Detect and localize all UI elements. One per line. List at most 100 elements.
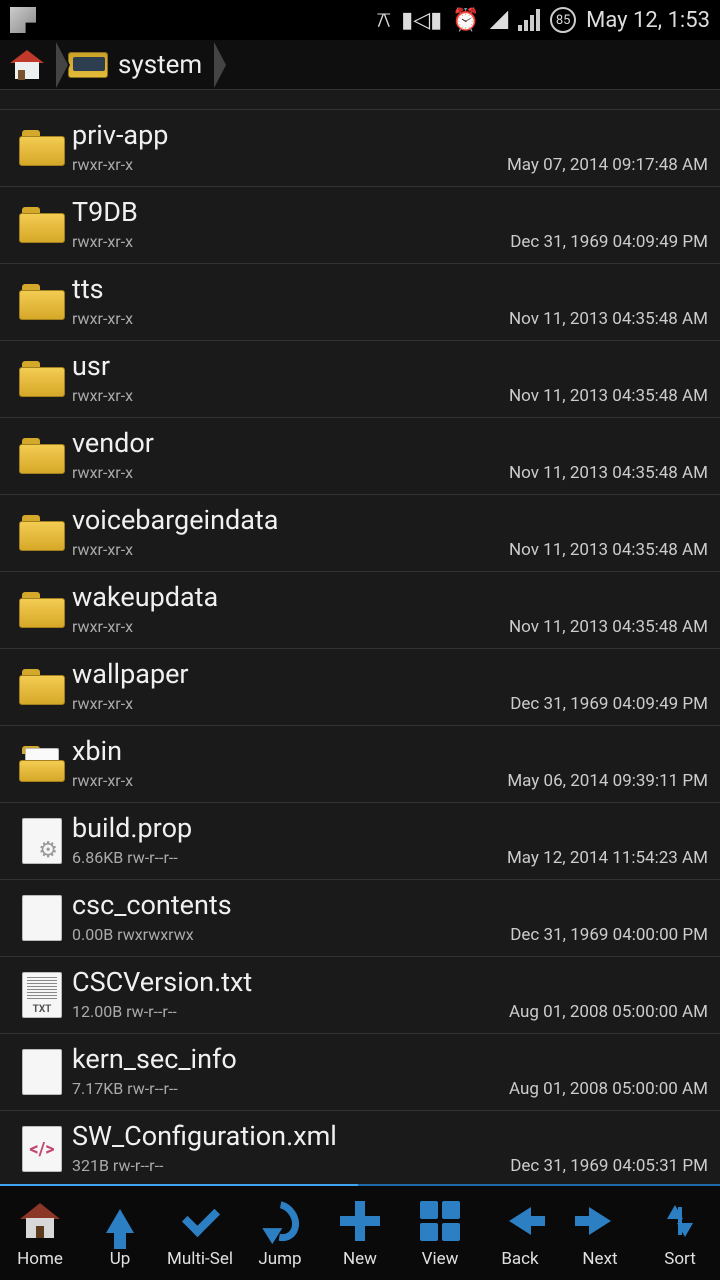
toolbar-label: New	[343, 1249, 377, 1269]
list-item[interactable]: vendorrwxr-xr-xNov 11, 2013 04:35:48 AM	[0, 418, 720, 495]
list-item[interactable]: ttsrwxr-xr-xNov 11, 2013 04:35:48 AM	[0, 264, 720, 341]
list-item[interactable]: csc_contents0.00B rwxrwxrwxDec 31, 1969 …	[0, 880, 720, 957]
folder-icon	[19, 130, 65, 166]
file-name: wakeupdata	[72, 583, 708, 613]
file-permissions: rwxr-xr-x	[72, 463, 133, 482]
arrow-up-icon	[106, 1209, 134, 1233]
list-item[interactable]: CSCVersion.txt 12.00B rw-r--r-- Aug 01, 20…	[0, 957, 720, 1034]
folder-icon	[19, 592, 65, 628]
toolbar-label: Next	[582, 1249, 617, 1269]
file-name: tts	[72, 275, 708, 305]
next-button[interactable]: Next	[560, 1186, 640, 1280]
toolbar-label: View	[422, 1249, 459, 1269]
file-permissions: 0.00B rwxrwxrwx	[72, 925, 194, 944]
file-date: May 06, 2014 09:39:11 PM	[507, 771, 708, 791]
back-button[interactable]: Back	[480, 1186, 560, 1280]
file-name: priv-app	[72, 121, 708, 151]
home-icon	[10, 50, 44, 80]
check-icon	[180, 1206, 220, 1236]
file-permissions: 7.17KB rw-r--r--	[72, 1079, 178, 1098]
toolbar-label: Back	[501, 1249, 538, 1269]
file-icon	[22, 1049, 62, 1095]
list-item[interactable]: priv-app rwxr-xr-x May 07, 2014 09:17:48 A…	[0, 110, 720, 187]
signal-icon	[518, 9, 540, 31]
file-permissions: 12.00B rw-r--r--	[72, 1002, 177, 1021]
folder-icon	[19, 284, 65, 320]
file-name: kern_sec_info	[72, 1045, 708, 1075]
jump-button[interactable]: Jump	[240, 1186, 320, 1280]
file-name: usr	[72, 352, 708, 382]
file-permissions: 6.86KB rw-r--r--	[72, 848, 178, 867]
file-name: T9DB	[72, 198, 708, 228]
toolbar-label: Up	[110, 1249, 131, 1269]
file-date: Dec 31, 1969 04:00:00 PM	[510, 925, 708, 945]
file-date: Nov 11, 2013 04:35:48 AM	[509, 309, 708, 329]
list-item[interactable]: voicebargeindatarwxr-xr-xNov 11, 2013 04…	[0, 495, 720, 572]
breadcrumb-label: system	[118, 50, 202, 80]
xml-file-icon	[22, 1126, 62, 1172]
file-date: Nov 11, 2013 04:35:48 AM	[509, 463, 708, 483]
breadcrumb-current[interactable]: system	[58, 42, 216, 88]
notification-icon	[10, 7, 36, 33]
file-date: Dec 31, 1969 04:09:49 PM	[510, 232, 708, 252]
up-button[interactable]: Up	[80, 1186, 160, 1280]
settings-file-icon	[22, 818, 62, 864]
sort-button[interactable]: Sort	[640, 1186, 720, 1280]
grid-icon	[420, 1201, 460, 1241]
list-item[interactable]: wallpaper rwxr-xr-x Dec 31, 1969 04:09:49 …	[0, 649, 720, 726]
file-date: Nov 11, 2013 04:35:48 AM	[509, 617, 708, 637]
file-date: Aug 01, 2008 05:00:00 AM	[509, 1079, 708, 1099]
file-date: Aug 01, 2008 05:00:00 AM	[509, 1002, 708, 1022]
list-item[interactable]: usrrwxr-xr-xNov 11, 2013 04:35:48 AM	[0, 341, 720, 418]
alarm-icon: ⏰	[452, 8, 479, 33]
bottom-toolbar: Home Up Multi-Sel Jump New View Back Nex…	[0, 1184, 720, 1280]
folder-icon	[19, 207, 65, 243]
file-permissions: rwxr-xr-x	[72, 232, 133, 251]
file-date: May 07, 2014 09:17:48 AM	[507, 155, 708, 175]
battery-icon: 85	[550, 7, 576, 33]
multi-select-button[interactable]: Multi-Sel	[160, 1186, 240, 1280]
text-file-icon	[22, 972, 62, 1018]
folder-icon	[19, 515, 65, 551]
folder-icon	[19, 746, 65, 782]
drive-icon	[68, 52, 108, 78]
file-permissions: rwxr-xr-x	[72, 540, 133, 559]
file-permissions: rwxr-xr-x	[72, 694, 133, 713]
toolbar-label: Jump	[258, 1249, 301, 1269]
arrow-left-icon	[509, 1207, 531, 1235]
new-button[interactable]: New	[320, 1186, 400, 1280]
file-date: Dec 31, 1969 04:09:49 PM	[510, 694, 708, 714]
home-button[interactable]: Home	[0, 1186, 80, 1280]
battery-level: 85	[556, 13, 571, 28]
file-permissions: rwxr-xr-x	[72, 155, 133, 174]
file-date: May 12, 2014 11:54:23 AM	[507, 848, 708, 868]
folder-icon	[19, 669, 65, 705]
list-item[interactable]: SW_Configuration.xml 321B rw-r--r-- Dec 31…	[0, 1111, 720, 1184]
list-item[interactable]: xbinrwxr-xr-xMay 06, 2014 09:39:11 PM	[0, 726, 720, 803]
list-item[interactable]: T9DB rwxr-xr-x Dec 31, 1969 04:09:49 PM	[0, 187, 720, 264]
file-name: SW_Configuration.xml	[72, 1122, 708, 1152]
list-item[interactable]: build.prop 6.86KB rw-r--r-- May 12, 2014 1…	[0, 803, 720, 880]
toolbar-label: Home	[17, 1249, 63, 1269]
file-permissions: rwxr-xr-x	[72, 386, 133, 405]
bluetooth-icon: ⚻	[377, 8, 392, 33]
home-icon	[20, 1203, 60, 1239]
breadcrumb: system	[0, 40, 720, 90]
file-list[interactable]: priv-app rwxr-xr-x May 07, 2014 09:17:48 A…	[0, 90, 720, 1184]
list-item[interactable]: kern_sec_info 7.17KB rw-r--r-- Aug 01, 200…	[0, 1034, 720, 1111]
wifi-icon: ◢	[490, 4, 508, 32]
file-permissions: 321B rw-r--r--	[72, 1156, 163, 1175]
folder-icon	[19, 438, 65, 474]
breadcrumb-home[interactable]	[0, 42, 58, 88]
list-item[interactable]: wakeupdata rwxr-xr-x Nov 11, 2013 04:35:48…	[0, 572, 720, 649]
file-name: CSCVersion.txt	[72, 968, 708, 998]
jump-icon	[253, 1193, 307, 1248]
status-bar: ⚻ ▮◁▮ ⏰ ◢ 85 May 12, 1:53	[0, 0, 720, 40]
file-date: Dec 31, 1969 04:05:31 PM	[510, 1156, 708, 1176]
file-date: Nov 11, 2013 04:35:48 AM	[509, 540, 708, 560]
list-item[interactable]	[0, 90, 720, 110]
file-permissions: rwxr-xr-x	[72, 617, 133, 636]
view-button[interactable]: View	[400, 1186, 480, 1280]
file-name: build.prop	[72, 814, 708, 844]
file-name: wallpaper	[72, 660, 708, 690]
